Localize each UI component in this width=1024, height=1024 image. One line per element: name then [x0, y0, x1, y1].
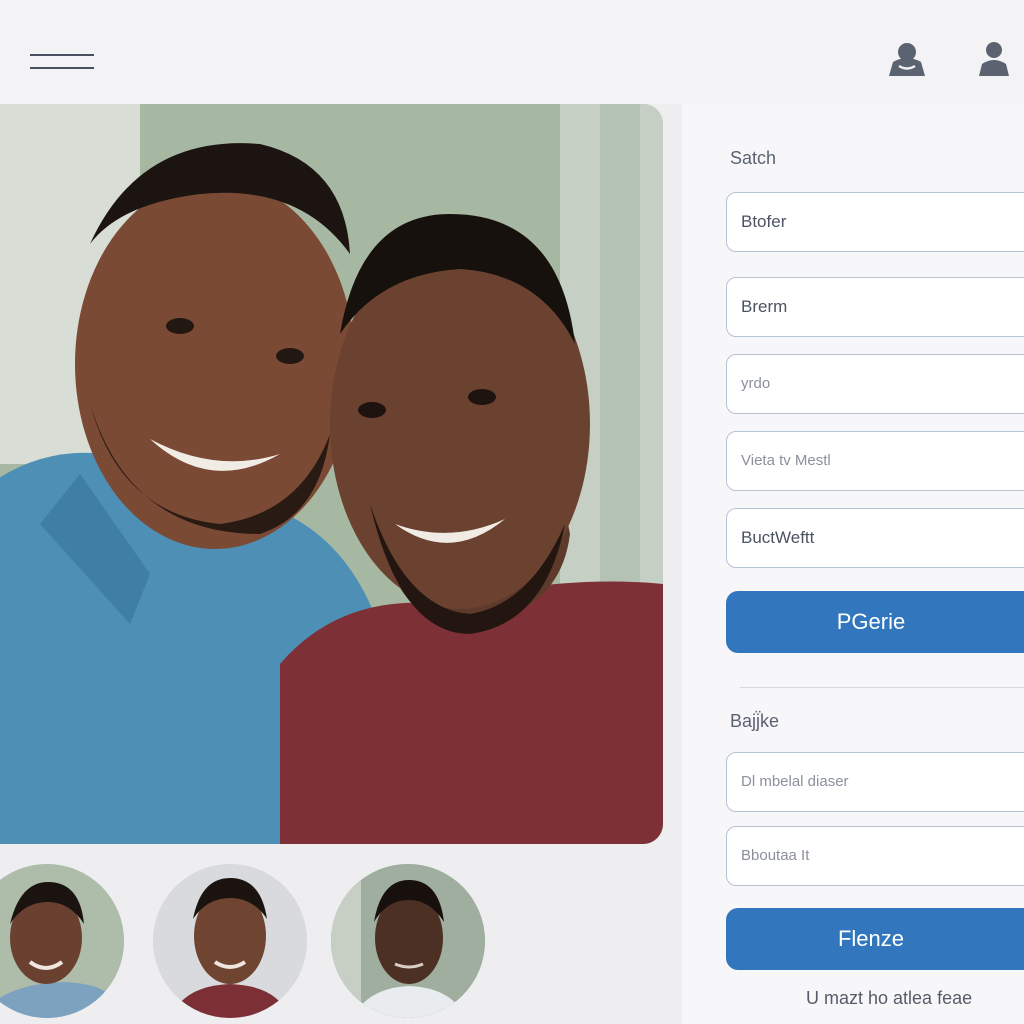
main-photo — [0, 104, 663, 844]
search-field-4[interactable]: Vieta tv Mestl — [726, 431, 1024, 491]
secondary-section-heading: Bajj̈ke — [730, 711, 780, 731]
form-panel: Satch Btofer Brerm yrdo Vieta tv Mestl B… — [682, 104, 1024, 1024]
search-submit-button[interactable]: PGerie — [726, 591, 1024, 653]
secondary-submit-button[interactable]: Flenze — [726, 908, 1024, 970]
search-field-5[interactable]: BuctWeftt — [726, 508, 1024, 568]
thumbnail-portrait-1[interactable] — [0, 864, 124, 1018]
search-field-3[interactable]: yrdo — [726, 354, 1024, 414]
hamburger-menu-icon[interactable] — [30, 50, 94, 72]
search-field-2[interactable]: Brerm — [726, 277, 1024, 337]
user-icon[interactable] — [974, 40, 1014, 78]
secondary-field-2[interactable]: Bboutaa It — [726, 826, 1024, 886]
thumbnail-portrait-3[interactable] — [331, 864, 485, 1018]
section-divider — [740, 687, 1024, 688]
secondary-field-1[interactable]: Dl mbelal diaser — [726, 752, 1024, 812]
top-bar — [0, 0, 1024, 104]
thumbnail-portrait-2[interactable] — [153, 864, 307, 1018]
search-section-heading: Satch — [730, 148, 777, 168]
search-field-1[interactable]: Btofer — [726, 192, 1024, 252]
footnote-text: U mazt ho atlea feae — [806, 988, 973, 1008]
user-badge-icon[interactable] — [887, 40, 927, 78]
